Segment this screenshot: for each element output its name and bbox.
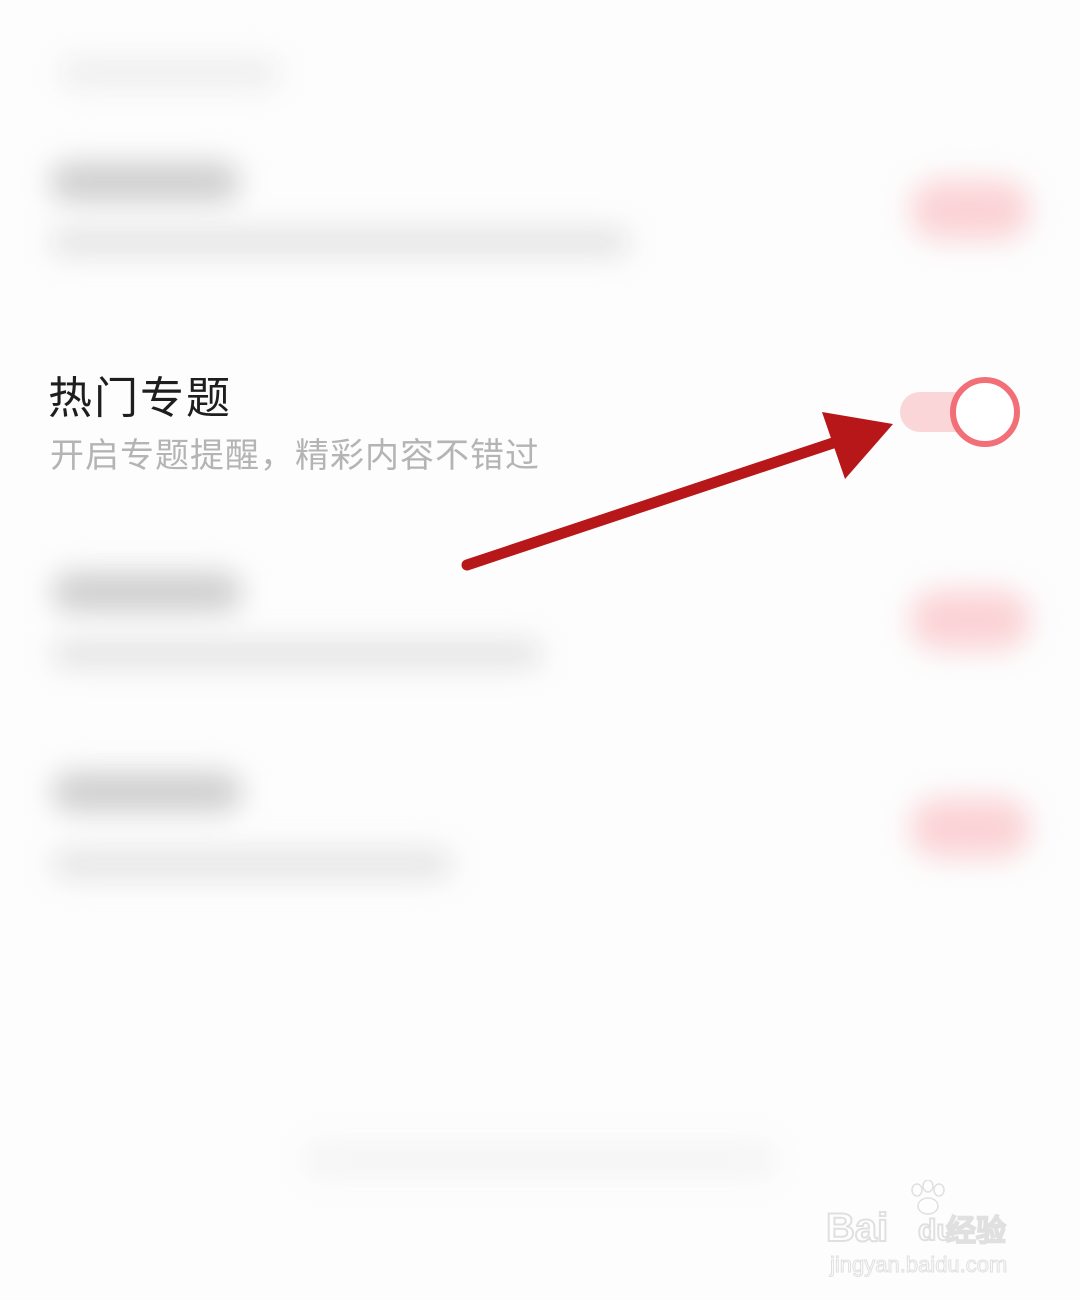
setting-row-hot-topics: 热门专题 开启专题提醒，精彩内容不错过 — [0, 340, 1080, 490]
watermark-url: jingyan.baidu.com — [829, 1252, 1008, 1278]
watermark-brand: Bai — [825, 1205, 889, 1251]
watermark-product: 经验 — [945, 1213, 1007, 1250]
blurred-row-4-toggle[interactable] — [910, 798, 1030, 858]
blurred-row-3-title — [52, 572, 242, 612]
blurred-footer — [300, 1140, 780, 1180]
blurred-row-1-title — [50, 162, 240, 202]
blurred-row-3-subtitle — [52, 640, 542, 668]
setting-subtitle: 开启专题提醒，精彩内容不错过 — [50, 436, 540, 476]
blurred-row-4-title — [52, 772, 242, 812]
setting-title: 热门专题 — [48, 373, 232, 424]
baidu-jingyan-watermark: Bai du 经验 jingyan.baidu.com — [825, 1180, 1026, 1280]
toggle-knob — [950, 377, 1020, 447]
blurred-row-4-subtitle — [52, 850, 452, 878]
baidu-paw-icon — [911, 1180, 945, 1215]
blurred-header — [60, 58, 280, 88]
blurred-row-1-toggle[interactable] — [910, 180, 1030, 240]
settings-screen: 热门专题 开启专题提醒，精彩内容不错过 Bai du 经验 jingyan.ba… — [0, 0, 1080, 1300]
blurred-row-3-toggle[interactable] — [910, 590, 1030, 650]
hot-topics-toggle[interactable] — [900, 377, 1020, 447]
blurred-row-1-subtitle — [50, 228, 630, 256]
